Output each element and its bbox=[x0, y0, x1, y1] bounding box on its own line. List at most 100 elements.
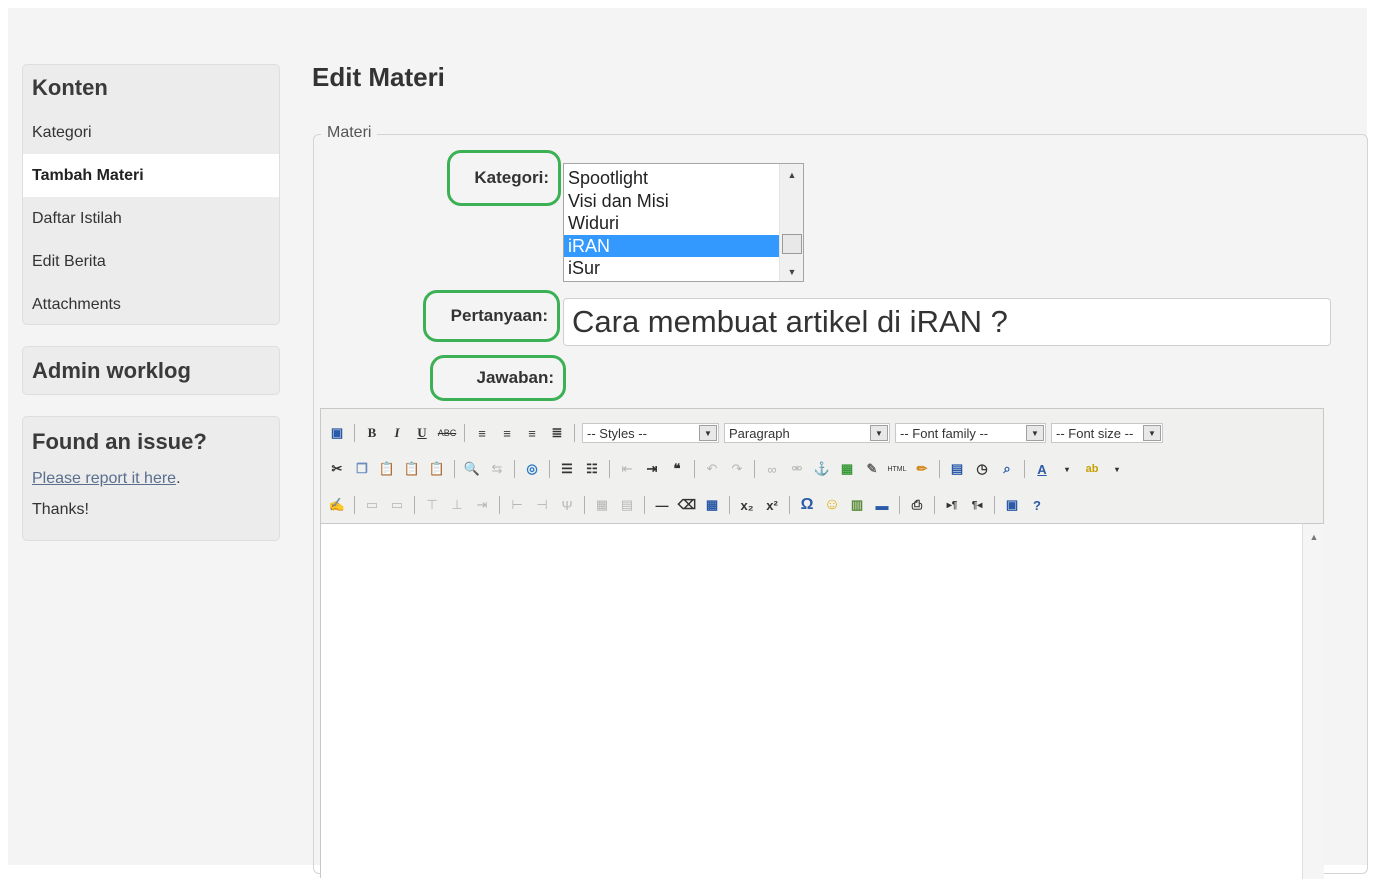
cell-props-icon[interactable]: ▭ bbox=[387, 495, 407, 515]
italic-button[interactable]: I bbox=[387, 423, 407, 443]
merge-cells-icon[interactable]: ▦ bbox=[592, 495, 612, 515]
paste-word-icon[interactable]: 📋 bbox=[427, 459, 447, 479]
font-size-dropdown[interactable]: -- Font size -- ▼ bbox=[1051, 423, 1163, 443]
find-icon[interactable]: 🔍 bbox=[462, 459, 482, 479]
image-icon[interactable]: ▦ bbox=[837, 459, 857, 479]
redo-icon[interactable]: ↷ bbox=[727, 459, 747, 479]
toolbar-separator bbox=[899, 496, 900, 514]
horizontal-rule-icon[interactable]: — bbox=[652, 495, 672, 515]
kategori-option[interactable]: iSur bbox=[564, 257, 780, 280]
styles-dropdown-label: -- Styles -- bbox=[587, 425, 647, 441]
rtl-icon[interactable]: ¶◂ bbox=[967, 495, 987, 515]
cleanup-icon[interactable]: ◎ bbox=[522, 459, 542, 479]
toolbar-separator bbox=[549, 460, 550, 478]
scroll-down-icon[interactable]: ▼ bbox=[780, 267, 803, 277]
split-cells-icon[interactable]: ▤ bbox=[617, 495, 637, 515]
subscript-button[interactable]: x₂ bbox=[737, 495, 757, 515]
help-icon[interactable]: ? bbox=[1027, 495, 1047, 515]
align-center-icon[interactable]: ≡ bbox=[497, 423, 517, 443]
insert-row-before-icon[interactable]: ⊤ bbox=[422, 495, 442, 515]
sidebar-item-kategori[interactable]: Kategori bbox=[23, 111, 279, 154]
underline-button[interactable]: U bbox=[412, 423, 432, 443]
text-color-dropdown-icon[interactable]: ▾ bbox=[1057, 459, 1077, 479]
save-icon[interactable]: ▣ bbox=[327, 423, 347, 443]
edit-css-icon[interactable]: ✏ bbox=[912, 459, 932, 479]
cut-icon[interactable]: ✂ bbox=[327, 459, 347, 479]
row-props-icon[interactable]: ▭ bbox=[362, 495, 382, 515]
kategori-option[interactable]: Widuri bbox=[564, 212, 780, 235]
text-color-icon[interactable]: A bbox=[1032, 459, 1052, 479]
sidebar-item-attachments[interactable]: Attachments bbox=[23, 283, 279, 326]
cleanup-brush-icon[interactable]: ✎ bbox=[862, 459, 882, 479]
align-justify-icon[interactable]: ≣ bbox=[547, 423, 567, 443]
replace-icon[interactable]: ⇆ bbox=[487, 459, 507, 479]
toolbar-separator bbox=[454, 460, 455, 478]
insert-date-icon[interactable]: ▤ bbox=[947, 459, 967, 479]
delete-col-icon[interactable]: Ψ bbox=[557, 495, 577, 515]
editor-content-area[interactable] bbox=[321, 523, 1302, 879]
format-dropdown[interactable]: Paragraph ▼ bbox=[724, 423, 890, 443]
link-icon[interactable]: ∞ bbox=[762, 459, 782, 479]
toolbar-separator bbox=[609, 460, 610, 478]
styles-dropdown[interactable]: -- Styles -- ▼ bbox=[582, 423, 719, 443]
outdent-icon[interactable]: ⇤ bbox=[617, 459, 637, 479]
delete-row-icon[interactable]: ⇥ bbox=[472, 495, 492, 515]
undo-icon[interactable]: ↶ bbox=[702, 459, 722, 479]
kategori-scrollbar[interactable]: ▲ ▼ bbox=[779, 164, 803, 281]
toolbar-separator bbox=[354, 424, 355, 442]
html-source-button[interactable]: HTML bbox=[887, 459, 907, 479]
sidebar-worklog-panel[interactable]: Admin worklog bbox=[22, 346, 280, 395]
rich-text-editor: ▣ B I U ABC ≡ ≡ ≡ ≣ -- Styles -- ▼ Paragr… bbox=[320, 408, 1324, 879]
superscript-button[interactable]: x² bbox=[762, 495, 782, 515]
sidebar-item-edit-berita[interactable]: Edit Berita bbox=[23, 240, 279, 283]
sidebar-item-tambah-materi[interactable]: Tambah Materi bbox=[23, 154, 279, 197]
indent-icon[interactable]: ⇥ bbox=[642, 459, 662, 479]
kategori-option[interactable]: Spootlight bbox=[564, 167, 780, 190]
table-icon[interactable]: ▦ bbox=[702, 495, 722, 515]
print-icon[interactable]: ⎙ bbox=[907, 495, 927, 515]
paste-icon[interactable]: 📋 bbox=[377, 459, 397, 479]
kategori-option[interactable]: Visi dan Misi bbox=[564, 190, 780, 213]
blockquote-icon[interactable]: ❝ bbox=[667, 459, 687, 479]
sidebar-worklog-title[interactable]: Admin worklog bbox=[23, 347, 279, 394]
sidebar-konten-title: Konten bbox=[32, 75, 108, 100]
paste-text-icon[interactable]: 📋 bbox=[402, 459, 422, 479]
preview-icon[interactable]: ⌕ bbox=[997, 459, 1017, 479]
remove-format-icon[interactable]: ⌫ bbox=[677, 495, 697, 515]
fieldset-legend: Materi bbox=[321, 124, 378, 142]
fullscreen-icon[interactable]: ▣ bbox=[1002, 495, 1022, 515]
report-issue-link[interactable]: Please report it here bbox=[32, 470, 176, 487]
strikethrough-button[interactable]: ABC bbox=[437, 423, 457, 443]
insert-col-before-icon[interactable]: ⊢ bbox=[507, 495, 527, 515]
editor-scrollbar[interactable]: ▲ bbox=[1302, 523, 1324, 879]
numbered-list-icon[interactable]: ☷ bbox=[582, 459, 602, 479]
bullet-list-icon[interactable]: ☰ bbox=[557, 459, 577, 479]
scroll-up-icon[interactable]: ▲ bbox=[1303, 532, 1325, 542]
special-char-button[interactable]: Ω bbox=[797, 495, 817, 515]
scroll-up-icon[interactable]: ▲ bbox=[780, 170, 803, 180]
media-icon[interactable]: ▥ bbox=[847, 495, 867, 515]
highlight-color-icon[interactable]: ab bbox=[1082, 459, 1102, 479]
emoticon-icon[interactable]: ☺ bbox=[822, 495, 842, 515]
kategori-listbox[interactable]: Spootlight Visi dan Misi Widuri iRAN iSu… bbox=[563, 163, 804, 282]
page-break-icon[interactable]: ▬ bbox=[872, 495, 892, 515]
font-family-dropdown[interactable]: -- Font family -- ▼ bbox=[895, 423, 1046, 443]
copy-icon[interactable]: ❐ bbox=[352, 459, 372, 479]
ltr-icon[interactable]: ▸¶ bbox=[942, 495, 962, 515]
insert-time-icon[interactable]: ◷ bbox=[972, 459, 992, 479]
pertanyaan-input[interactable] bbox=[563, 298, 1331, 346]
sidebar-item-daftar-istilah[interactable]: Daftar Istilah bbox=[23, 197, 279, 240]
align-left-icon[interactable]: ≡ bbox=[472, 423, 492, 443]
kategori-option-selected[interactable]: iRAN bbox=[564, 234, 780, 257]
chevron-down-icon: ▼ bbox=[699, 425, 717, 441]
insert-col-after-icon[interactable]: ⊣ bbox=[532, 495, 552, 515]
anchor-icon[interactable]: ⚓ bbox=[812, 459, 832, 479]
edit-attributes-icon[interactable]: ✍ bbox=[327, 495, 347, 515]
highlight-dropdown-icon[interactable]: ▾ bbox=[1107, 459, 1127, 479]
bold-button[interactable]: B bbox=[362, 423, 382, 443]
scroll-thumb[interactable] bbox=[782, 234, 802, 254]
align-right-icon[interactable]: ≡ bbox=[522, 423, 542, 443]
unlink-icon[interactable]: ⚮ bbox=[787, 459, 807, 479]
insert-row-after-icon[interactable]: ⊥ bbox=[447, 495, 467, 515]
toolbar-row-1: ▣ B I U ABC ≡ ≡ ≡ ≣ -- Styles -- ▼ Paragr… bbox=[327, 417, 1163, 449]
